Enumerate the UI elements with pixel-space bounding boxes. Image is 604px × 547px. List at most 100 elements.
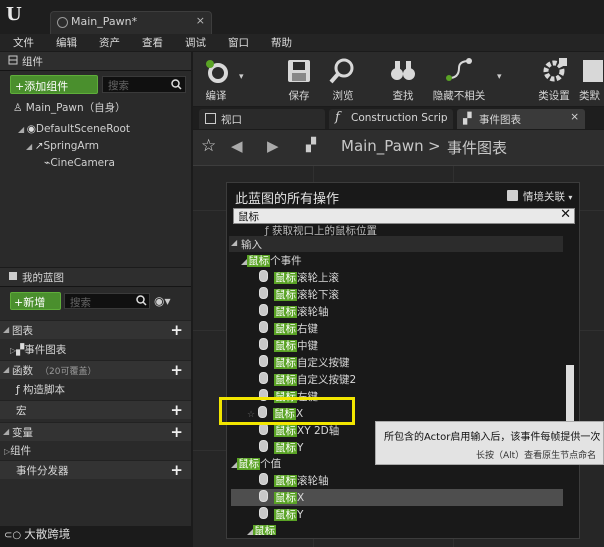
eye-icon[interactable]: ◉▾ <box>154 294 171 308</box>
menu-file[interactable]: 文件 <box>0 35 43 50</box>
construction-script-item[interactable]: ƒ 构造脚本 <box>16 382 65 397</box>
add-macro-icon[interactable]: + <box>170 401 183 419</box>
list-item[interactable]: 鼠标Y <box>259 507 303 524</box>
hide-unrelated-nodes-icon <box>446 58 472 81</box>
editor-tabs-row: 视口 f Construction Scrip ▞ 事件图表 × <box>193 107 604 129</box>
person-icon: ♙ <box>13 102 26 114</box>
find-button[interactable]: 查找 <box>383 52 423 106</box>
highlight-annotation <box>219 397 355 425</box>
class-settings-icon <box>543 58 567 82</box>
menu-view[interactable]: 查看 <box>129 35 172 50</box>
category-graphs[interactable]: ◢ 图表 + <box>0 320 191 339</box>
mouse-values-group[interactable]: ◢鼠标个值 <box>231 456 281 473</box>
watermark: ⊂○ 大散跨境 <box>4 527 71 541</box>
new-button[interactable]: +新增 <box>10 292 61 310</box>
list-item[interactable]: 鼠标滚轮轴 <box>259 473 329 490</box>
menu-edit[interactable]: 编辑 <box>43 35 86 50</box>
list-item[interactable]: 鼠标滚轮下滚 <box>259 287 339 304</box>
collapse-arrow-icon: ◢ <box>3 325 10 334</box>
list-scrollbar[interactable] <box>566 365 574 423</box>
save-icon <box>288 60 310 82</box>
list-item[interactable]: 鼠标中键 <box>259 338 318 355</box>
my-blueprint-panel: 我的蓝图 +新增 搜索 ◉▾ ◢ 图表 + ▷▞事件图表 ◢ 函数 （20可覆盖… <box>0 268 191 526</box>
close-icon[interactable]: × <box>570 111 579 123</box>
compile-button[interactable]: 编译 <box>195 52 237 106</box>
scene-root-icon: ◉ <box>26 123 36 135</box>
menu-debug[interactable]: 调试 <box>172 35 215 50</box>
list-item[interactable]: 鼠标自定义按键2 <box>259 372 356 389</box>
category-event-dispatchers[interactable]: 事件分发器 + <box>0 460 191 479</box>
clear-search-icon[interactable]: ✕ <box>560 207 571 222</box>
action-context-menu: 此蓝图的所有操作 情境关联 ▾ 鼠标 ✕ ƒ 获取视口上的鼠标位置 ◢ 输入 ◢… <box>226 182 580 539</box>
save-button[interactable]: 保存 <box>279 52 319 106</box>
mouse-events-group[interactable]: ◢鼠标个事件 <box>241 253 302 270</box>
list-item-selected[interactable]: 鼠标X <box>259 490 304 507</box>
class-defaults-button[interactable]: 类默 <box>579 52 604 106</box>
star-icon[interactable]: ☆ <box>201 136 216 156</box>
watermark-logo-icon: ⊂○ <box>4 530 25 541</box>
add-function-icon[interactable]: + <box>170 361 183 379</box>
components-search-input[interactable]: 搜索 <box>102 76 186 93</box>
context-sensitive-label: 情境关联 ▾ <box>523 191 573 203</box>
breadcrumb-root[interactable]: Main_Pawn <box>341 137 424 155</box>
collapse-arrow-icon: ◢ <box>3 427 10 436</box>
tab-construction-script[interactable]: f Construction Scrip <box>329 109 453 129</box>
context-sensitive-checkbox[interactable] <box>507 190 518 201</box>
close-icon[interactable]: × <box>196 14 205 27</box>
tab-viewport[interactable]: 视口 <box>199 109 325 129</box>
cut-off-list-item[interactable]: ◢鼠标 <box>247 523 277 535</box>
add-variable-icon[interactable]: + <box>170 423 183 441</box>
category-macros[interactable]: 宏 + <box>0 400 191 419</box>
hide-options-chevron-icon[interactable]: ▾ <box>497 72 502 82</box>
unreal-logo-icon: U <box>6 4 22 25</box>
breadcrumb-separator: > <box>428 137 441 155</box>
forward-arrow-icon[interactable]: ▶ <box>267 137 279 155</box>
list-item[interactable]: 鼠标Y <box>259 440 303 457</box>
component-cine-camera[interactable]: ⌁CineCamera <box>44 157 115 169</box>
list-item[interactable]: 鼠标滚轮上滚 <box>259 270 339 287</box>
action-search-input[interactable]: 鼠标 ✕ <box>233 207 575 224</box>
mouse-events-suffix: 个事件 <box>270 255 302 267</box>
compile-gear-icon <box>206 60 228 83</box>
document-tab[interactable]: Main_Pawn* × <box>50 11 212 34</box>
blueprint-search-input[interactable]: 搜索 <box>64 293 150 309</box>
event-graph-item[interactable]: ▷▞事件图表 <box>10 342 66 357</box>
list-item[interactable]: 鼠标右键 <box>259 321 318 338</box>
category-variables[interactable]: ◢ 变量 + <box>0 422 191 441</box>
component-spring-arm[interactable]: ◢ ↗SpringArm <box>26 140 99 152</box>
tab-event-graph[interactable]: ▞ 事件图表 × <box>457 109 585 129</box>
component-self[interactable]: ♙ Main_Pawn（自身） <box>13 100 126 115</box>
component-default-scene-root[interactable]: ◢ ◉DefaultSceneRoot <box>18 123 130 135</box>
menu-asset[interactable]: 资产 <box>86 35 129 50</box>
mouse-icon <box>259 473 268 485</box>
toolbar: 编译 ▾ 保存 浏览 查找 隐藏不相关 ▾ 类设置 类默 <box>193 52 604 106</box>
title-bar: U Main_Pawn* × <box>0 0 604 34</box>
collapse-arrow-icon: ◢ <box>3 365 10 374</box>
tooltip-description: 所包含的Actor启用输入后，该事件每帧提供一次 <box>384 432 601 443</box>
list-item[interactable]: 鼠标自定义按键 <box>259 355 350 372</box>
hide-unrelated-button[interactable]: 隐藏不相关 <box>429 52 489 106</box>
menu-help[interactable]: 帮助 <box>258 35 301 50</box>
list-item[interactable]: 鼠标滚轮轴 <box>259 304 329 321</box>
list-item[interactable]: 鼠标XY 2D轴 <box>259 423 339 440</box>
graph-icon: ▞ <box>463 112 472 125</box>
browse-button[interactable]: 浏览 <box>323 52 363 106</box>
my-blueprint-header: 我的蓝图 <box>0 268 191 287</box>
class-settings-button[interactable]: 类设置 <box>533 52 575 106</box>
add-graph-icon[interactable]: + <box>170 321 183 339</box>
add-event-dispatcher-icon[interactable]: + <box>170 461 183 479</box>
components-header: 组件 <box>0 52 191 71</box>
mouse-icon <box>259 490 268 502</box>
add-component-button[interactable]: +添加组件 <box>10 75 98 94</box>
search-icon <box>171 79 182 90</box>
document-tab-title: Main_Pawn* <box>71 15 138 28</box>
input-section-header[interactable]: ◢ 输入 <box>229 236 563 252</box>
function-icon: ƒ <box>16 384 24 396</box>
class-defaults-icon <box>582 60 603 82</box>
category-functions[interactable]: ◢ 函数 （20可覆盖） + <box>0 360 191 379</box>
compile-options-chevron-icon[interactable]: ▾ <box>239 72 244 82</box>
menu-window[interactable]: 窗口 <box>215 35 258 50</box>
components-category-item[interactable]: ▷组件 <box>4 443 31 458</box>
back-arrow-icon[interactable]: ◀ <box>231 137 243 155</box>
graph-icon: ▞ <box>306 138 316 153</box>
